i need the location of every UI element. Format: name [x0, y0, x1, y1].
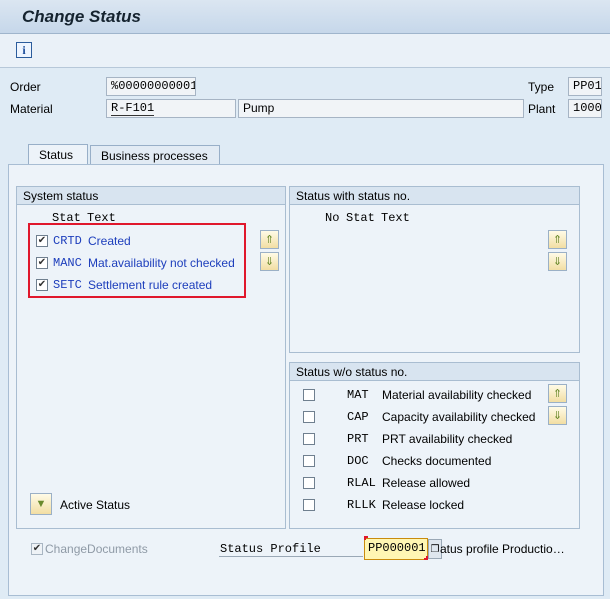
status-wo-no-text: Capacity availability checked: [382, 410, 536, 424]
status-wo-no-text: Material availability checked: [382, 388, 532, 402]
status-with-no-col-text: Text: [381, 211, 410, 225]
order-field[interactable]: %00000000001: [106, 77, 196, 96]
status-wo-no-checkbox-mat[interactable]: [303, 389, 315, 401]
active-status-label[interactable]: Active Status: [60, 498, 130, 512]
status-wo-no-stat: RLAL: [347, 476, 376, 490]
status-wo-no-checkbox-cap[interactable]: [303, 411, 315, 423]
status-with-no-title: Status with status no.: [290, 187, 579, 205]
status-wo-no-text: Release locked: [382, 498, 465, 512]
type-field[interactable]: PP01: [568, 77, 602, 96]
tab-business-processes[interactable]: Business processes: [90, 145, 220, 165]
toolbar: [0, 34, 610, 68]
status-wo-no-checkbox-rlal[interactable]: [303, 477, 315, 489]
status-wo-no-text: PRT availability checked: [382, 432, 513, 446]
plant-field[interactable]: 1000: [568, 99, 602, 118]
scroll-down-icon[interactable]: ⇓: [548, 406, 567, 425]
material-field[interactable]: R-F101: [106, 99, 236, 118]
change-documents-checkbox[interactable]: [31, 543, 43, 555]
status-profile-label: Status Profile: [220, 542, 321, 556]
scroll-up-icon[interactable]: ⇑: [548, 230, 567, 249]
info-icon[interactable]: i: [16, 42, 32, 58]
plant-label: Plant: [528, 102, 556, 116]
status-wo-no-checkbox-prt[interactable]: [303, 433, 315, 445]
highlight-box: [28, 223, 246, 298]
status-profile-field[interactable]: PP000001: [364, 538, 428, 560]
filter-icon[interactable]: ▼: [30, 493, 52, 515]
material-label: Material: [10, 102, 53, 116]
order-label: Order: [10, 80, 41, 94]
status-wo-no-stat: PRT: [347, 432, 369, 446]
material-value: R-F101: [111, 101, 155, 116]
status-wo-no-stat: RLLK: [347, 498, 376, 512]
status-with-no-col-no: No: [325, 211, 340, 225]
scroll-down-icon[interactable]: ⇓: [548, 252, 567, 271]
material-description-field: Pump: [238, 99, 524, 118]
status-profile-description: atus profile Productio…: [440, 542, 565, 556]
status-wo-no-checkbox-doc[interactable]: [303, 455, 315, 467]
status-wo-no-stat: MAT: [347, 388, 369, 402]
status-wo-no-checkbox-rllk[interactable]: [303, 499, 315, 511]
status-profile-underline: [219, 556, 363, 557]
scroll-up-icon[interactable]: ⇑: [548, 384, 567, 403]
scroll-down-icon[interactable]: ⇓: [260, 252, 279, 271]
type-label: Type: [528, 80, 555, 94]
status-wo-no-stat: CAP: [347, 410, 369, 424]
status-wo-no-title: Status w/o status no.: [290, 363, 579, 381]
page-title: Change Status: [22, 7, 142, 26]
system-status-title: System status: [17, 187, 285, 205]
scroll-up-icon[interactable]: ⇑: [260, 230, 279, 249]
status-with-no-col-stat: Stat: [346, 211, 375, 225]
tab-status[interactable]: Status: [28, 144, 88, 166]
focus-corner: [364, 536, 368, 540]
status-wo-no-text: Checks documented: [382, 454, 492, 468]
status-wo-no-stat: DOC: [347, 454, 369, 468]
change-documents-label: ChangeDocuments: [45, 542, 148, 556]
status-wo-no-text: Release allowed: [382, 476, 471, 490]
